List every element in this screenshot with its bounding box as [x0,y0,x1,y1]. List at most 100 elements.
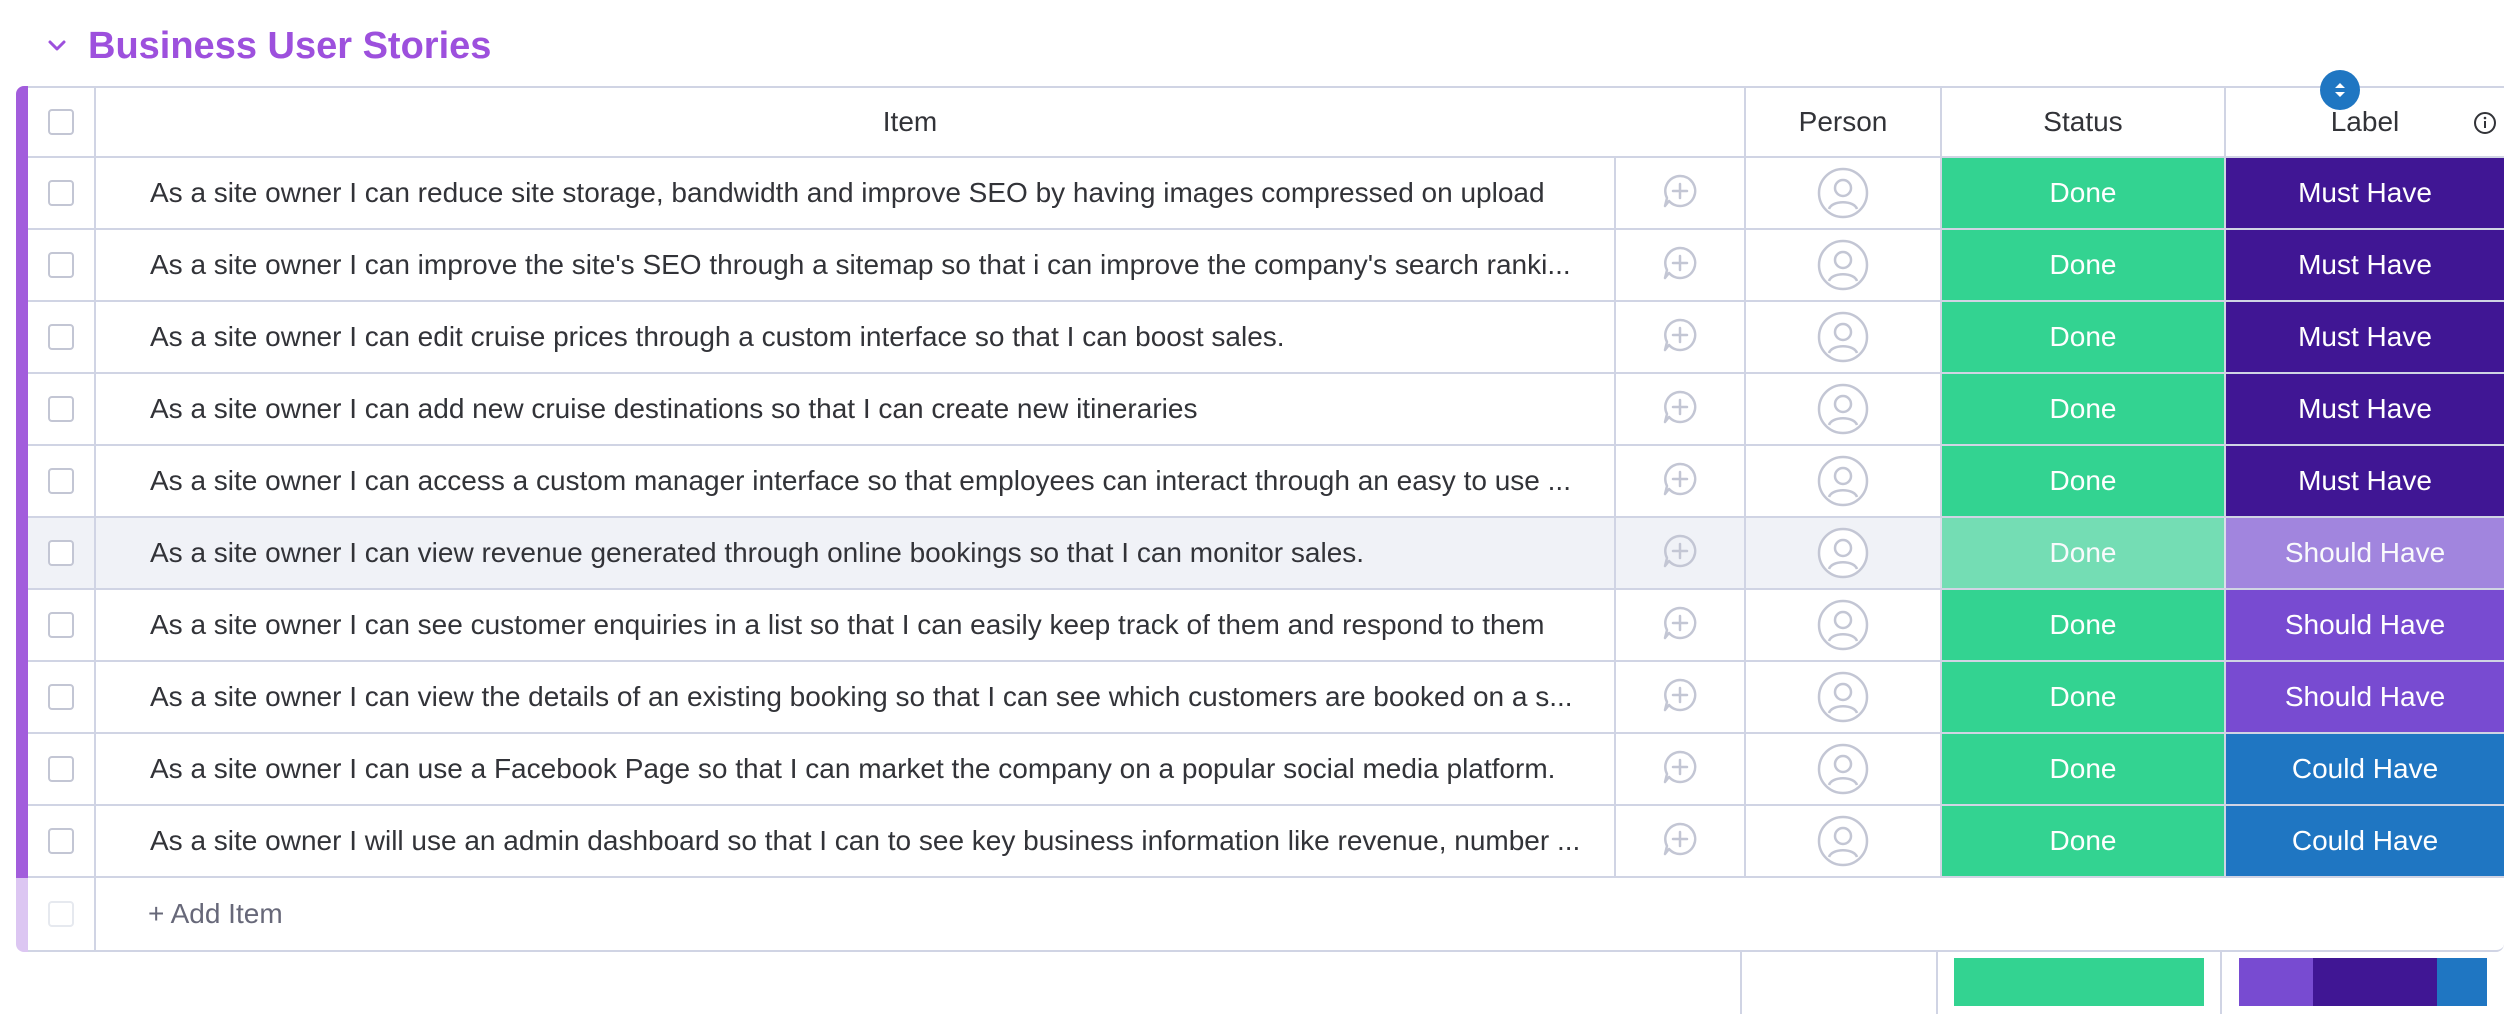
empty-avatar-icon[interactable] [1817,671,1869,723]
add-update-cell[interactable] [1614,302,1744,372]
select-all-checkbox[interactable] [48,109,74,135]
status-cell[interactable]: Done [1940,590,2224,660]
priority-label-cell[interactable]: Must Have [2224,158,2504,228]
add-item-input[interactable]: + Add Item [94,878,2504,950]
add-update-cell[interactable] [1614,662,1744,732]
add-update-icon[interactable] [1660,243,1700,288]
group-title[interactable]: Business User Stories [88,25,491,68]
priority-label-cell[interactable]: Must Have [2224,446,2504,516]
empty-avatar-icon[interactable] [1817,815,1869,867]
row-checkbox[interactable] [48,540,74,566]
person-cell[interactable] [1744,806,1940,876]
column-header-status[interactable]: Status [1940,88,2224,156]
item-cell[interactable]: As a site owner I can edit cruise prices… [94,302,1614,372]
item-cell[interactable]: As a site owner I will use an admin dash… [94,806,1614,876]
status-cell[interactable]: Done [1940,806,2224,876]
table-row[interactable]: As a site owner I will use an admin dash… [28,806,2504,878]
add-update-icon[interactable] [1660,603,1700,648]
add-update-cell[interactable] [1614,518,1744,588]
status-summary[interactable] [1936,950,2220,1014]
priority-label-cell[interactable]: Must Have [2224,302,2504,372]
person-cell[interactable] [1744,590,1940,660]
row-checkbox[interactable] [48,252,74,278]
table-row[interactable]: As a site owner I can add new cruise des… [28,374,2504,446]
add-update-icon[interactable] [1660,531,1700,576]
empty-avatar-icon[interactable] [1817,239,1869,291]
empty-avatar-icon[interactable] [1817,455,1869,507]
priority-label-cell[interactable]: Could Have [2224,806,2504,876]
table-row[interactable]: As a site owner I can use a Facebook Pag… [28,734,2504,806]
add-update-icon[interactable] [1660,747,1700,792]
empty-avatar-icon[interactable] [1817,599,1869,651]
item-cell[interactable]: As a site owner I can use a Facebook Pag… [94,734,1614,804]
add-update-cell[interactable] [1614,158,1744,228]
info-icon[interactable] [2472,110,2498,136]
row-checkbox[interactable] [48,828,74,854]
person-cell[interactable] [1744,518,1940,588]
add-update-icon[interactable] [1660,387,1700,432]
column-resize-handle-icon[interactable] [2320,70,2360,110]
column-header-person[interactable]: Person [1744,88,1940,156]
table-row[interactable]: As a site owner I can access a custom ma… [28,446,2504,518]
priority-label-cell[interactable]: Should Have [2224,662,2504,732]
add-update-cell[interactable] [1614,230,1744,300]
add-update-cell[interactable] [1614,734,1744,804]
add-update-cell[interactable] [1614,590,1744,660]
add-update-cell[interactable] [1614,806,1744,876]
row-checkbox[interactable] [48,684,74,710]
empty-avatar-icon[interactable] [1817,743,1869,795]
status-cell[interactable]: Done [1940,734,2224,804]
column-header-item[interactable]: Item [94,88,1744,156]
priority-label-cell[interactable]: Should Have [2224,518,2504,588]
table-row[interactable]: As a site owner I can view the details o… [28,662,2504,734]
add-update-icon[interactable] [1660,675,1700,720]
table-row[interactable]: As a site owner I can see customer enqui… [28,590,2504,662]
person-cell[interactable] [1744,446,1940,516]
status-cell[interactable]: Done [1940,374,2224,444]
row-checkbox[interactable] [48,324,74,350]
table-row[interactable]: As a site owner I can reduce site storag… [28,158,2504,230]
person-cell[interactable] [1744,230,1940,300]
priority-label-cell[interactable]: Could Have [2224,734,2504,804]
empty-avatar-icon[interactable] [1817,527,1869,579]
item-cell[interactable]: As a site owner I can view revenue gener… [94,518,1614,588]
label-summary[interactable] [2220,950,2504,1014]
row-checkbox[interactable] [48,612,74,638]
status-cell[interactable]: Done [1940,158,2224,228]
add-update-icon[interactable] [1660,459,1700,504]
table-row[interactable]: As a site owner I can improve the site's… [28,230,2504,302]
person-cell[interactable] [1744,734,1940,804]
row-checkbox[interactable] [48,180,74,206]
chevron-down-icon[interactable] [40,29,74,63]
person-cell[interactable] [1744,158,1940,228]
person-cell[interactable] [1744,302,1940,372]
priority-label-cell[interactable]: Must Have [2224,374,2504,444]
item-cell[interactable]: As a site owner I can reduce site storag… [94,158,1614,228]
table-row[interactable]: As a site owner I can edit cruise prices… [28,302,2504,374]
status-cell[interactable]: Done [1940,446,2224,516]
add-update-cell[interactable] [1614,446,1744,516]
item-cell[interactable]: As a site owner I can add new cruise des… [94,374,1614,444]
add-update-icon[interactable] [1660,171,1700,216]
empty-avatar-icon[interactable] [1817,383,1869,435]
priority-label-cell[interactable]: Must Have [2224,230,2504,300]
column-header-label[interactable]: Label [2224,88,2504,156]
status-cell[interactable]: Done [1940,518,2224,588]
item-cell[interactable]: As a site owner I can see customer enqui… [94,590,1614,660]
add-update-icon[interactable] [1660,315,1700,360]
status-cell[interactable]: Done [1940,230,2224,300]
table-row[interactable]: As a site owner I can view revenue gener… [28,518,2504,590]
row-checkbox[interactable] [48,396,74,422]
item-cell[interactable]: As a site owner I can improve the site's… [94,230,1614,300]
item-cell[interactable]: As a site owner I can access a custom ma… [94,446,1614,516]
add-update-cell[interactable] [1614,374,1744,444]
row-checkbox[interactable] [48,468,74,494]
row-checkbox[interactable] [48,756,74,782]
priority-label-cell[interactable]: Should Have [2224,590,2504,660]
empty-avatar-icon[interactable] [1817,311,1869,363]
person-cell[interactable] [1744,662,1940,732]
empty-avatar-icon[interactable] [1817,167,1869,219]
person-cell[interactable] [1744,374,1940,444]
item-cell[interactable]: As a site owner I can view the details o… [94,662,1614,732]
add-update-icon[interactable] [1660,819,1700,864]
